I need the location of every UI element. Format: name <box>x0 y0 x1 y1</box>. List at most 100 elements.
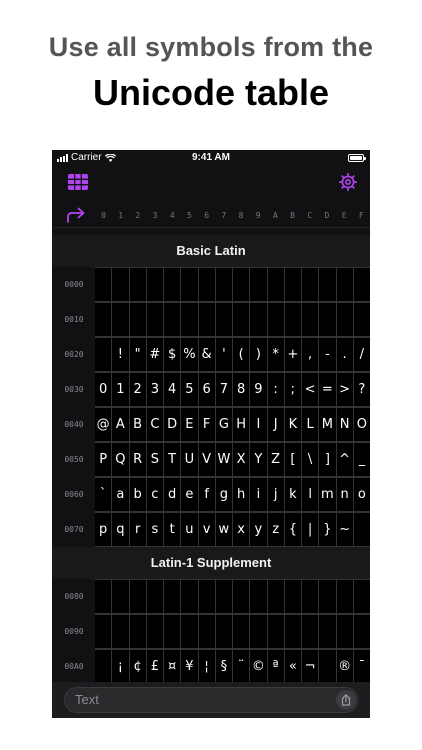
character-cell[interactable]: ¯ <box>353 650 370 683</box>
character-cell[interactable]: ! <box>112 338 129 371</box>
character-cell[interactable]: > <box>336 373 353 406</box>
character-cell[interactable] <box>215 580 232 613</box>
character-cell[interactable]: 9 <box>250 373 267 406</box>
character-cell[interactable] <box>146 268 163 301</box>
character-cell[interactable]: & <box>198 338 215 371</box>
character-cell[interactable] <box>319 580 336 613</box>
character-cell[interactable]: G <box>215 408 232 441</box>
character-cell[interactable]: i <box>250 478 267 511</box>
character-cell[interactable] <box>146 615 163 648</box>
character-cell[interactable]: ( <box>233 338 250 371</box>
character-cell[interactable] <box>146 580 163 613</box>
character-cell[interactable] <box>164 268 181 301</box>
character-cell[interactable]: 5 <box>181 373 198 406</box>
character-cell[interactable] <box>215 615 232 648</box>
character-cell[interactable]: ¢ <box>129 650 146 683</box>
character-cell[interactable]: " <box>129 338 146 371</box>
character-cell[interactable] <box>129 615 146 648</box>
character-cell[interactable]: s <box>146 513 163 546</box>
character-cell[interactable] <box>302 268 319 301</box>
character-cell[interactable]: - <box>319 338 336 371</box>
character-cell[interactable] <box>250 615 267 648</box>
character-cell[interactable]: M <box>319 408 336 441</box>
character-cell[interactable]: Y <box>250 443 267 476</box>
character-cell[interactable]: \ <box>302 443 319 476</box>
character-cell[interactable] <box>319 615 336 648</box>
character-cell[interactable]: * <box>267 338 284 371</box>
character-cell[interactable]: j <box>267 478 284 511</box>
character-cell[interactable] <box>112 303 129 336</box>
character-cell[interactable] <box>129 303 146 336</box>
character-cell[interactable]: 0 <box>95 373 112 406</box>
character-cell[interactable]: x <box>233 513 250 546</box>
character-cell[interactable] <box>95 615 112 648</box>
character-cell[interactable] <box>198 615 215 648</box>
share-button[interactable] <box>336 690 356 710</box>
character-cell[interactable]: r <box>129 513 146 546</box>
character-cell[interactable]: , <box>302 338 319 371</box>
character-cell[interactable]: ® <box>336 650 353 683</box>
character-cell[interactable]: 4 <box>164 373 181 406</box>
character-cell[interactable] <box>233 303 250 336</box>
character-cell[interactable]: u <box>181 513 198 546</box>
character-cell[interactable]: Z <box>267 443 284 476</box>
grid-button[interactable] <box>68 174 88 190</box>
character-cell[interactable]: ) <box>250 338 267 371</box>
character-cell[interactable]: o <box>353 478 370 511</box>
character-cell[interactable] <box>146 303 163 336</box>
character-cell[interactable] <box>284 268 301 301</box>
character-cell[interactable]: a <box>112 478 129 511</box>
character-cell[interactable]: w <box>215 513 232 546</box>
character-cell[interactable]: ` <box>95 478 112 511</box>
character-cell[interactable]: ª <box>267 650 284 683</box>
character-cell[interactable]: ; <box>284 373 301 406</box>
character-cell[interactable] <box>267 580 284 613</box>
character-cell[interactable] <box>353 615 370 648</box>
character-cell[interactable] <box>284 303 301 336</box>
character-cell[interactable] <box>233 615 250 648</box>
character-cell[interactable]: O <box>353 408 370 441</box>
character-cell[interactable]: b <box>129 478 146 511</box>
character-cell[interactable] <box>250 580 267 613</box>
character-cell[interactable]: 6 <box>198 373 215 406</box>
character-cell[interactable] <box>336 615 353 648</box>
character-cell[interactable]: ¬ <box>302 650 319 683</box>
character-cell[interactable]: < <box>302 373 319 406</box>
character-cell[interactable]: L <box>302 408 319 441</box>
character-cell[interactable] <box>336 303 353 336</box>
character-cell[interactable]: K <box>284 408 301 441</box>
character-cell[interactable]: ~ <box>336 513 353 546</box>
character-cell[interactable]: ' <box>215 338 232 371</box>
character-cell[interactable]: # <box>146 338 163 371</box>
character-cell[interactable] <box>250 303 267 336</box>
character-cell[interactable]: e <box>181 478 198 511</box>
character-cell[interactable]: k <box>284 478 301 511</box>
character-cell[interactable]: d <box>164 478 181 511</box>
character-cell[interactable] <box>336 268 353 301</box>
character-cell[interactable]: % <box>181 338 198 371</box>
character-cell[interactable] <box>250 268 267 301</box>
text-input[interactable]: Text <box>64 687 358 713</box>
settings-button[interactable] <box>338 172 358 192</box>
character-cell[interactable] <box>319 650 336 683</box>
character-cell[interactable]: v <box>198 513 215 546</box>
character-cell[interactable]: } <box>319 513 336 546</box>
character-cell[interactable]: | <box>302 513 319 546</box>
character-cell[interactable]: B <box>129 408 146 441</box>
character-cell[interactable]: F <box>198 408 215 441</box>
character-cell[interactable] <box>233 580 250 613</box>
character-cell[interactable]: ¡ <box>112 650 129 683</box>
character-cell[interactable]: 8 <box>233 373 250 406</box>
character-cell[interactable]: @ <box>95 408 112 441</box>
character-cell[interactable] <box>181 615 198 648</box>
character-cell[interactable]: y <box>250 513 267 546</box>
character-cell[interactable]: U <box>181 443 198 476</box>
character-cell[interactable]: ? <box>353 373 370 406</box>
character-cell[interactable] <box>129 268 146 301</box>
character-cell[interactable]: £ <box>146 650 163 683</box>
character-cell[interactable] <box>198 303 215 336</box>
character-cell[interactable] <box>95 303 112 336</box>
character-cell[interactable]: J <box>267 408 284 441</box>
character-cell[interactable] <box>95 580 112 613</box>
character-cell[interactable] <box>215 303 232 336</box>
